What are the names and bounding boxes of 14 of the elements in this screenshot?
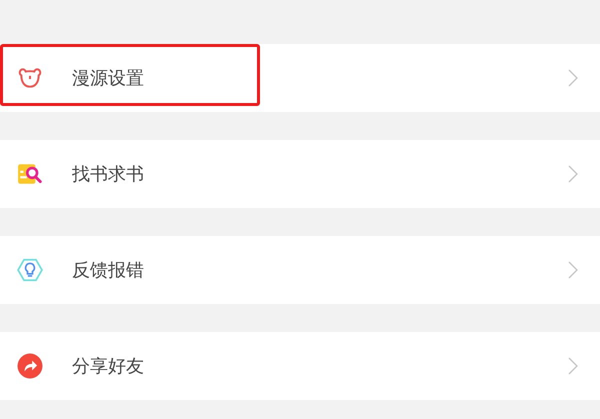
chevron-right-icon (568, 261, 578, 279)
menu-label: 反馈报错 (72, 259, 144, 282)
chevron-right-icon (568, 357, 578, 375)
menu-item[interactable]: 找书求书 (0, 140, 600, 208)
share-icon (17, 353, 43, 379)
menu-label: 找书求书 (72, 163, 144, 186)
chevron-right-icon (568, 165, 578, 183)
lightbulb-icon (17, 257, 43, 283)
chevron-right-icon (568, 69, 578, 87)
menu-item[interactable]: 漫源设置 (0, 44, 600, 112)
menu-item[interactable]: 反馈报错 (0, 236, 600, 304)
menu-label: 漫源设置 (72, 67, 144, 90)
menu-item[interactable]: 分享好友 (0, 332, 600, 400)
menu-label: 分享好友 (72, 355, 144, 378)
